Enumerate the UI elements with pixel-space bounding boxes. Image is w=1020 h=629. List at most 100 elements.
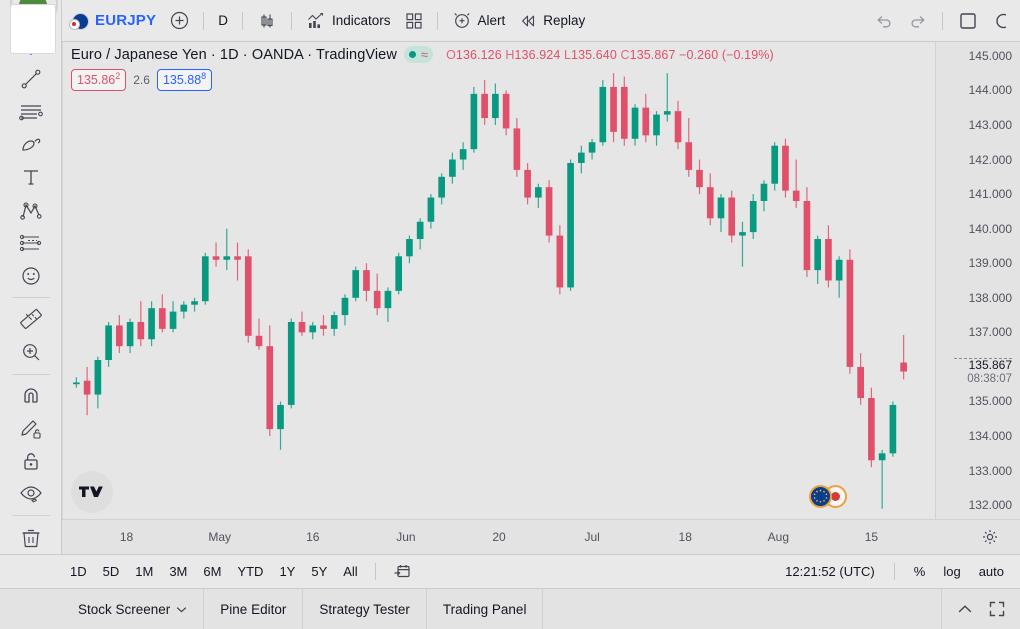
log-scale-button[interactable]: log <box>935 561 968 582</box>
main-area: Euro / Japanese Yen · 1D · OANDA · Tradi… <box>0 0 1020 554</box>
price-tick: 143.000 <box>968 117 1012 132</box>
alert-button[interactable]: Alert <box>445 7 513 35</box>
layouts-icon <box>405 12 422 29</box>
chart-pane[interactable]: Euro / Japanese Yen · 1D · OANDA · Tradi… <box>62 42 935 519</box>
chevron-down-icon <box>176 604 187 615</box>
divider <box>241 11 243 30</box>
tab-pine-editor[interactable]: Pine Editor <box>204 589 304 629</box>
fullscreen-button[interactable] <box>950 7 986 35</box>
chart-type-button[interactable] <box>250 7 284 35</box>
range-button-5y[interactable]: 5Y <box>303 561 335 582</box>
range-button-5d[interactable]: 5D <box>95 561 128 582</box>
tool-patterns[interactable] <box>11 194 51 227</box>
drawing-toolbar <box>0 0 62 554</box>
price-tick: 142.000 <box>968 152 1012 167</box>
price-tick: 145.000 <box>968 48 1012 63</box>
expand-panel-button[interactable] <box>988 600 1006 618</box>
tool-remove-drawings[interactable] <box>11 521 51 554</box>
range-button-1d[interactable]: 1D <box>62 561 95 582</box>
text-icon <box>23 170 38 186</box>
tool-brush[interactable] <box>11 128 51 161</box>
tool-prediction[interactable] <box>11 227 51 260</box>
symbol-label: EURJPY <box>95 12 157 29</box>
range-button-6m[interactable]: 6M <box>195 561 229 582</box>
tool-trend-line[interactable] <box>11 63 51 96</box>
add-symbol-button[interactable] <box>163 7 196 35</box>
more-button[interactable] <box>986 7 1016 35</box>
tradingview-logo-icon <box>79 486 103 497</box>
tradingview-watermark <box>71 471 113 513</box>
divider <box>11 373 50 375</box>
price-line-dash <box>954 357 1012 359</box>
plus-circle-icon <box>171 11 189 30</box>
time-tick: Jul <box>584 530 600 544</box>
range-button-all[interactable]: All <box>335 561 365 582</box>
indicators-button[interactable]: Indicators <box>299 7 398 35</box>
partial-circle-icon <box>996 13 1007 28</box>
candlestick-series <box>73 73 907 509</box>
chart-container: Euro / Japanese Yen · 1D · OANDA · Tradi… <box>62 42 1020 554</box>
tabs-filler <box>543 589 942 629</box>
price-tick: 141.000 <box>968 187 1012 202</box>
time-tick: 18 <box>678 530 692 544</box>
time-tick: 16 <box>306 530 320 544</box>
tool-lock-drawings[interactable] <box>11 445 51 478</box>
indicators-icon <box>308 12 324 28</box>
square-icon <box>960 12 976 29</box>
goto-date-button[interactable] <box>385 559 420 584</box>
time-scale[interactable]: 18 May 16 Jun 20 Jul 18 Aug 15 <box>62 519 1020 554</box>
pitchfork-icon <box>18 105 43 121</box>
layouts-button[interactable] <box>398 7 430 35</box>
current-price-time: 08:38:07 <box>967 372 1012 385</box>
tool-text[interactable] <box>11 161 51 194</box>
top-toolbar-right <box>867 7 1020 35</box>
replay-button[interactable]: Replay <box>512 7 592 35</box>
percent-scale-button[interactable]: % <box>906 561 934 582</box>
remove-drawings-icon <box>22 529 39 547</box>
divider <box>436 11 438 30</box>
bottom-panel-controls <box>942 589 1020 629</box>
candles-icon <box>261 14 273 27</box>
time-tick: 18 <box>119 530 134 544</box>
tab-trading-panel[interactable]: Trading Panel <box>427 589 544 629</box>
auto-scale-button[interactable]: auto <box>971 561 1012 582</box>
price-tick: 139.000 <box>968 256 1012 271</box>
alert-label: Alert <box>477 13 506 28</box>
range-button-ytd[interactable]: YTD <box>229 561 271 582</box>
interval-button[interactable]: D <box>211 7 235 35</box>
range-buttons: 1D 5D 1M 3M 6M YTD 1Y 5Y All <box>62 561 366 582</box>
prediction-icon <box>19 234 41 252</box>
goto-date-icon <box>394 565 410 578</box>
tool-zoom-in[interactable] <box>11 336 51 369</box>
collapse-panel-button[interactable] <box>956 600 974 618</box>
symbol-search-button[interactable]: EURJPY <box>62 7 163 35</box>
alarm-clock-icon <box>453 12 470 28</box>
tab-strategy-tester[interactable]: Strategy Tester <box>303 589 427 629</box>
current-price-label: 135.867 08:38:07 <box>936 358 1020 386</box>
divider <box>11 515 50 517</box>
tool-emoji[interactable] <box>11 259 51 292</box>
divider <box>942 11 943 30</box>
range-button-3m[interactable]: 3M <box>161 561 195 582</box>
patterns-icon <box>19 202 42 220</box>
range-button-1m[interactable]: 1M <box>127 561 161 582</box>
clock-label: 12:21:52 (UTC) <box>785 564 875 579</box>
price-tick: 135.000 <box>968 394 1012 409</box>
price-scale[interactable]: 145.000 144.000 143.000 142.000 141.000 140.0… <box>935 42 1020 519</box>
redo-button[interactable] <box>901 7 935 35</box>
time-tick: 20 <box>492 530 506 544</box>
tool-measure[interactable] <box>11 303 51 336</box>
symbol-flag-badge <box>809 485 847 509</box>
price-tick: 132.000 <box>968 498 1012 513</box>
top-toolbar: EURJPY D Indicators Alert Replay <box>0 0 1020 42</box>
tool-magnet[interactable] <box>11 379 51 412</box>
tool-hide-drawings[interactable] <box>11 478 51 511</box>
price-tick: 138.000 <box>968 290 1012 305</box>
tab-stock-screener[interactable]: Stock Screener <box>62 589 205 629</box>
chart-settings-button[interactable] <box>982 529 998 545</box>
undo-button[interactable] <box>867 7 901 35</box>
undo-icon <box>877 15 891 27</box>
range-button-1y[interactable]: 1Y <box>271 561 303 582</box>
tool-stay-in-drawing-mode[interactable] <box>11 412 51 445</box>
tool-pitchfork[interactable] <box>11 96 51 129</box>
